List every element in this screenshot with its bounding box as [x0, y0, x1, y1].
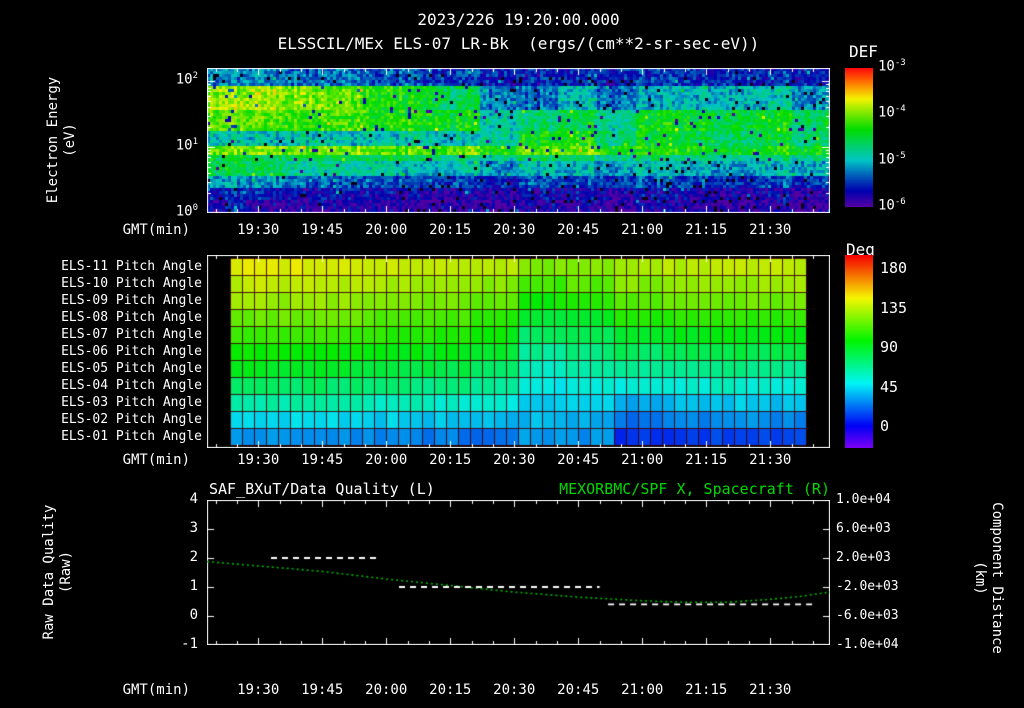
raw-data-quality-axis-label: Raw Data Quality (Raw) [41, 462, 75, 682]
axis-label-line: Electron Energy [45, 76, 61, 204]
distance-tick-label: -2.0e+03 [836, 579, 899, 594]
def-colorbar [845, 68, 873, 207]
log-tick-label: 10-6 [878, 197, 906, 214]
log-tick-label: 10-3 [878, 58, 906, 75]
time-tick-label: 21:15 [685, 222, 728, 238]
time-tick-label: 21:30 [749, 222, 792, 238]
time-tick-label: 20:00 [365, 682, 408, 698]
axis-label-line: Component Distance [989, 502, 1005, 654]
component-distance-axis-label: Component Distance (km) [971, 468, 1005, 688]
time-tick-label: 20:45 [557, 222, 600, 238]
distance-tick-label: 2.0e+03 [836, 550, 891, 565]
time-tick-label: 20:00 [365, 222, 408, 238]
deg-colorbar [845, 255, 873, 448]
datetime-title: 2023/226 19:20:00.000 [417, 10, 620, 29]
log-tick-label: 100 [175, 203, 198, 220]
time-tick-label: 20:45 [557, 682, 600, 698]
quality-distance-line-plot [207, 500, 830, 645]
time-tick-label: 19:30 [237, 222, 280, 238]
pitch-row-label: ELS-06 Pitch Angle [61, 344, 202, 359]
time-tick-label: 21:15 [685, 452, 728, 468]
pitch-row-label: ELS-04 Pitch Angle [61, 378, 202, 393]
deg-tick-label: 90 [880, 338, 899, 356]
log-tick-label: 10-4 [878, 104, 906, 121]
gmt-axis-label: GMT(min) [122, 222, 190, 238]
deg-tick-label: 135 [880, 298, 908, 317]
quality-tick-label: 4 [189, 491, 198, 507]
pitch-row-label: ELS-01 Pitch Angle [61, 429, 202, 444]
deg-tick-label: 0 [880, 417, 890, 435]
distance-tick-label: 1.0e+04 [836, 492, 891, 507]
quality-tick-label: 2 [189, 549, 198, 565]
time-tick-label: 19:30 [237, 682, 280, 698]
time-tick-label: 21:00 [621, 682, 664, 698]
axis-label-line: (Raw) [58, 550, 74, 594]
gmt-axis-label: GMT(min) [122, 682, 190, 698]
pitch-row-label: ELS-07 Pitch Angle [61, 327, 202, 342]
time-tick-label: 19:30 [237, 452, 280, 468]
distance-tick-label: -1.0e+04 [836, 637, 899, 652]
time-tick-label: 21:00 [621, 222, 664, 238]
def-colorbar-title: DEF [849, 42, 878, 61]
time-tick-label: 21:30 [749, 682, 792, 698]
axis-label-line: (km) [972, 561, 988, 595]
pitch-row-label: ELS-09 Pitch Angle [61, 293, 202, 308]
time-tick-label: 20:00 [365, 452, 408, 468]
deg-tick-label: 45 [880, 377, 899, 396]
log-tick-label: 101 [175, 137, 198, 154]
pitch-angle-heatmap [207, 255, 830, 448]
time-axis-labels-spectrogram: GMT(min) 19:30 19:45 20:00 20:15 20:30 20:45 21… [0, 222, 1024, 240]
time-tick-label: 20:15 [429, 452, 472, 468]
time-tick-label: 20:30 [493, 452, 536, 468]
axis-label-line: Raw Data Quality [41, 504, 57, 640]
time-tick-label: 20:45 [557, 452, 600, 468]
quality-tick-label: 0 [189, 607, 198, 623]
time-tick-label: 21:15 [685, 682, 728, 698]
time-tick-label: 20:15 [429, 222, 472, 238]
time-axis-labels-bottom: GMT(min) 19:30 19:45 20:00 20:15 20:30 20:45 21… [0, 682, 1024, 700]
bottom-left-title: SAF_BXuT/Data Quality (L) [209, 480, 435, 498]
time-tick-label: 20:30 [493, 222, 536, 238]
distance-tick-label: 6.0e+03 [836, 521, 891, 536]
distance-tick-label: -6.0e+03 [836, 608, 899, 623]
time-tick-label: 21:30 [749, 452, 792, 468]
bottom-right-title: MEXORBMC/SPF X, Spacecraft (R) [559, 480, 830, 498]
electron-energy-axis-label: Electron Energy (eV) [45, 30, 79, 250]
pitch-row-label: ELS-10 Pitch Angle [61, 276, 202, 291]
time-tick-label: 19:45 [301, 452, 344, 468]
time-tick-label: 21:00 [621, 452, 664, 468]
quality-tick-label: -1 [181, 636, 198, 652]
time-tick-label: 20:30 [493, 682, 536, 698]
instrument-title: ELSSCIL/MEx ELS-07 LR-Bk (ergs/(cm**2-sr… [277, 34, 760, 53]
pitch-row-label: ELS-05 Pitch Angle [61, 361, 202, 376]
time-tick-label: 19:45 [301, 222, 344, 238]
quality-tick-label: 3 [189, 520, 198, 536]
log-tick-label: 102 [175, 71, 198, 88]
axis-label-line: (eV) [62, 123, 78, 157]
electron-spectrogram-heatmap [207, 68, 830, 213]
time-axis-labels-pitch: GMT(min) 19:30 19:45 20:00 20:15 20:30 20:45 21… [0, 452, 1024, 470]
deg-tick-label: 180 [880, 259, 908, 277]
gmt-axis-label: GMT(min) [122, 452, 190, 468]
log-tick-label: 10-5 [878, 150, 906, 168]
pitch-row-label: ELS-11 Pitch Angle [61, 259, 202, 274]
quality-tick-label: 1 [189, 578, 198, 594]
cdaweb-plot-stack: 2023/226 19:20:00.000 ELSSCIL/MEx ELS-07… [0, 0, 1024, 708]
time-tick-label: 20:15 [429, 682, 472, 698]
time-tick-label: 19:45 [301, 682, 344, 698]
pitch-row-label: ELS-03 Pitch Angle [61, 395, 202, 410]
pitch-row-label: ELS-08 Pitch Angle [61, 310, 202, 325]
pitch-row-label: ELS-02 Pitch Angle [61, 412, 202, 427]
